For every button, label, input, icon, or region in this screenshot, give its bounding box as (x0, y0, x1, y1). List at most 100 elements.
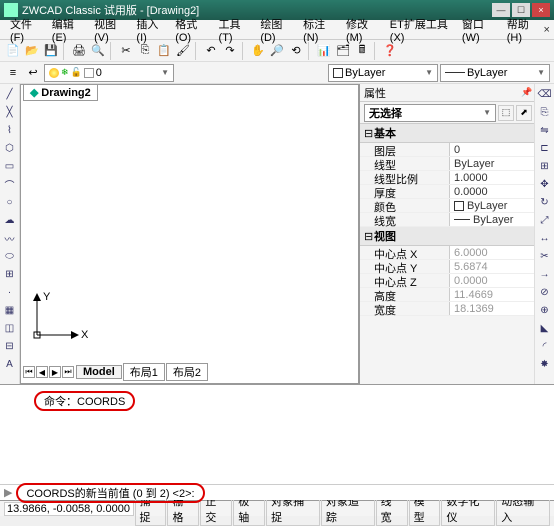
tab-prev-icon[interactable]: ◀ (36, 366, 48, 378)
point-icon[interactable]: · (2, 284, 18, 300)
property-row[interactable]: 中心点 Y5.6874 (360, 260, 554, 274)
calc-icon[interactable]: 🖩 (353, 42, 371, 60)
move-icon[interactable]: ✥ (537, 176, 553, 192)
select-obj-icon[interactable]: ⬈ (516, 105, 532, 121)
zoom-icon[interactable]: 🔎 (268, 42, 286, 60)
break-icon[interactable]: ⊘ (537, 284, 553, 300)
chamfer-icon[interactable]: ◣ (537, 320, 553, 336)
group-view[interactable]: ⊟视图 (360, 227, 554, 246)
rect-icon[interactable]: ▭ (2, 158, 18, 174)
doc-close-icon[interactable]: × (544, 24, 550, 36)
quick-select-icon[interactable]: ⬚ (498, 105, 514, 121)
arc-icon[interactable]: ⌒ (2, 176, 18, 192)
save-icon[interactable]: 💾 (42, 42, 60, 60)
property-row[interactable]: 线宽ByLayer (360, 213, 554, 227)
menu-dim[interactable]: 标注(N) (297, 16, 340, 44)
pin-icon[interactable]: 📌 (520, 86, 534, 100)
print-icon[interactable]: 🖨 (70, 42, 88, 60)
copy-icon[interactable]: ⎘ (136, 42, 154, 60)
hatch-icon[interactable]: ▦ (2, 302, 18, 318)
bulb-icon (49, 68, 59, 78)
ellipse-icon[interactable]: ⬭ (2, 248, 18, 264)
copy2-icon[interactable]: ⎘ (537, 104, 553, 120)
layer-mgr-icon[interactable]: ≡ (4, 64, 22, 82)
group-basic[interactable]: ⊟基本 (360, 124, 554, 143)
menu-et[interactable]: ET扩展工具(X) (384, 16, 456, 44)
join-icon[interactable]: ⊕ (537, 302, 553, 318)
property-row[interactable]: 中心点 Z0.0000 (360, 274, 554, 288)
erase-icon[interactable]: ⌫ (537, 86, 553, 102)
open-icon[interactable]: 📂 (23, 42, 41, 60)
color-combo[interactable]: ByLayer ▼ (328, 64, 438, 82)
draw-toolbar: ╱ ╳ ⌇ ⬡ ▭ ⌒ ○ ☁ 〰 ⬭ ⊞ · ▦ ◫ ⊟ A (0, 84, 20, 384)
new-icon[interactable]: 📄 (4, 42, 22, 60)
menu-draw[interactable]: 绘图(D) (254, 16, 297, 44)
property-row[interactable]: 图层0 (360, 143, 554, 157)
undo-icon[interactable]: ↶ (202, 42, 220, 60)
cloud-icon[interactable]: ☁ (2, 212, 18, 228)
property-row[interactable]: 高度11.4669 (360, 288, 554, 302)
command-prompt[interactable]: COORDS的新当前值 (0 到 2) <2>: (16, 483, 204, 503)
tab-first-icon[interactable]: ⏮ (23, 366, 35, 378)
trim-icon[interactable]: ✂ (537, 248, 553, 264)
tab-model[interactable]: Model (76, 365, 122, 379)
text-icon[interactable]: A (2, 356, 18, 372)
layer-prev-icon[interactable]: ↩ (24, 64, 42, 82)
pan-icon[interactable]: ✋ (249, 42, 267, 60)
rotate-icon[interactable]: ↻ (537, 194, 553, 210)
region-icon[interactable]: ◫ (2, 320, 18, 336)
drawing-title: ◆ Drawing2 (23, 85, 98, 101)
properties-icon[interactable]: 📊 (315, 42, 333, 60)
collapse-icon[interactable]: ⊟ (364, 230, 374, 243)
scale-icon[interactable]: ⤢ (537, 212, 553, 228)
menu-help[interactable]: 帮助(H) (501, 16, 544, 44)
redo-icon[interactable]: ↷ (221, 42, 239, 60)
table-icon[interactable]: ⊟ (2, 338, 18, 354)
menu-tools[interactable]: 工具(T) (213, 16, 255, 44)
array-icon[interactable]: ⊞ (537, 158, 553, 174)
menu-format[interactable]: 格式(O) (169, 16, 212, 44)
property-row[interactable]: 线型ByLayer (360, 157, 554, 171)
polygon-icon[interactable]: ⬡ (2, 140, 18, 156)
zoom-prev-icon[interactable]: ⟲ (287, 42, 305, 60)
tab-last-icon[interactable]: ⏭ (62, 366, 74, 378)
tab-next-icon[interactable]: ▶ (49, 366, 61, 378)
command-window[interactable]: 命令：COORDS ▶ COORDS的新当前值 (0 到 2) <2>: (0, 384, 554, 500)
dc-icon[interactable]: 🗂 (334, 42, 352, 60)
help-icon[interactable]: ❓ (381, 42, 399, 60)
match-icon[interactable]: 🖌 (174, 42, 192, 60)
layer-combo[interactable]: ❄ 🔓 0 ▼ (44, 64, 174, 82)
property-row[interactable]: 线型比例1.0000 (360, 171, 554, 185)
xline-icon[interactable]: ╳ (2, 104, 18, 120)
paste-icon[interactable]: 📋 (155, 42, 173, 60)
explode-icon[interactable]: ✸ (537, 356, 553, 372)
cut-icon[interactable]: ✂ (117, 42, 135, 60)
property-row[interactable]: 厚度0.0000 (360, 185, 554, 199)
property-row[interactable]: 宽度18.1369 (360, 302, 554, 316)
selection-combo[interactable]: 无选择 ▼ (364, 104, 496, 122)
pline-icon[interactable]: ⌇ (2, 122, 18, 138)
menu-file[interactable]: 文件(F) (4, 16, 46, 44)
extend-icon[interactable]: → (537, 266, 553, 282)
linetype-combo[interactable]: ByLayer ▼ (440, 64, 550, 82)
menu-view[interactable]: 视图(V) (88, 16, 130, 44)
preview-icon[interactable]: 🔍 (89, 42, 107, 60)
stretch-icon[interactable]: ↔ (537, 230, 553, 246)
spline-icon[interactable]: 〰 (2, 230, 18, 246)
menu-window[interactable]: 窗口(W) (456, 16, 501, 44)
menu-modify[interactable]: 修改(M) (340, 16, 384, 44)
block-icon[interactable]: ⊞ (2, 266, 18, 282)
menu-edit[interactable]: 编辑(E) (46, 16, 88, 44)
drawing-canvas[interactable]: ◆ Drawing2 Y X ⏮ ◀ ▶ ⏭ Model 布局1 布局2 (20, 84, 359, 384)
offset-icon[interactable]: ⊏ (537, 140, 553, 156)
tab-layout2[interactable]: 布局2 (166, 363, 208, 381)
property-row[interactable]: 颜色ByLayer (360, 199, 554, 213)
menu-insert[interactable]: 插入(I) (130, 16, 169, 44)
collapse-icon[interactable]: ⊟ (364, 127, 374, 140)
fillet-icon[interactable]: ◜ (537, 338, 553, 354)
circle-icon[interactable]: ○ (2, 194, 18, 210)
line-icon[interactable]: ╱ (2, 86, 18, 102)
property-row[interactable]: 中心点 X6.0000 (360, 246, 554, 260)
tab-layout1[interactable]: 布局1 (123, 363, 165, 381)
mirror-icon[interactable]: ⇋ (537, 122, 553, 138)
